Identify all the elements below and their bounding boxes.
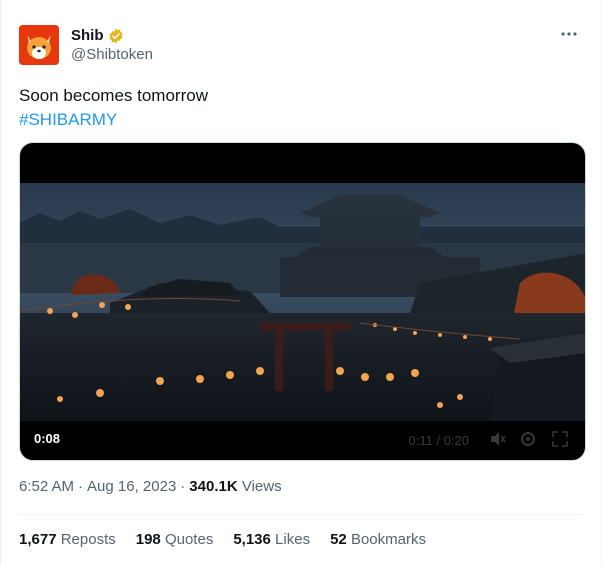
likes-count: 5,136 xyxy=(233,531,271,548)
bookmarks-label: Bookmarks xyxy=(350,531,426,548)
reposts-label: Reposts xyxy=(60,531,116,548)
likes-stat[interactable]: 5,136 Likes xyxy=(233,531,310,548)
more-options-icon[interactable] xyxy=(557,22,581,46)
quotes-label: Quotes xyxy=(164,531,214,548)
hashtag-link[interactable]: #SHIBARMY xyxy=(19,108,208,132)
tweet-meta: 6:52 AM · Aug 16, 2023 · 340.1K Views xyxy=(19,478,282,495)
user-info: Shib @Shibtoken xyxy=(71,27,153,63)
quotes-count: 198 xyxy=(135,531,161,548)
meta-separator: · xyxy=(78,478,84,495)
bookmarks-stat[interactable]: 52 Bookmarks xyxy=(330,531,426,548)
video-position: 0:11 / 0:20 xyxy=(408,433,469,448)
views-label: Views xyxy=(241,478,282,495)
post-time[interactable]: 6:52 AM xyxy=(19,478,74,495)
video-elapsed-time: 0:08 xyxy=(34,431,61,446)
fullscreen-icon[interactable] xyxy=(551,430,569,448)
more-dots-icon xyxy=(561,32,577,36)
video-player[interactable]: 0:08 0:11 / 0:20 xyxy=(19,142,586,461)
reposts-stat[interactable]: 1,677 Reposts xyxy=(19,531,116,548)
tweet-header: Shib @Shibtoken xyxy=(19,24,153,66)
divider xyxy=(19,514,583,515)
views-count: 340.1K xyxy=(189,478,238,495)
video-frame xyxy=(20,183,585,421)
engagement-stats: 1,677 Reposts 198 Quotes 5,136 Likes 52 … xyxy=(19,531,426,548)
name-row: Shib xyxy=(71,27,153,44)
settings-gear-icon[interactable] xyxy=(519,430,537,448)
mute-icon[interactable] xyxy=(489,430,507,448)
display-name[interactable]: Shib xyxy=(71,27,104,44)
quotes-stat[interactable]: 198 Quotes xyxy=(136,531,214,548)
tweet-text: Soon becomes tomorrow #SHIBARMY xyxy=(19,84,208,132)
post-date[interactable]: Aug 16, 2023 xyxy=(87,478,176,495)
meta-separator-2: · xyxy=(180,478,186,495)
bookmarks-count: 52 xyxy=(330,531,347,548)
avatar[interactable] xyxy=(19,25,59,65)
likes-label: Likes xyxy=(275,531,311,548)
tweet: Shib @Shibtoken Soon becomes tomorrow #S… xyxy=(0,0,602,565)
tweet-body: Soon becomes tomorrow xyxy=(19,86,208,105)
shiba-logo-icon xyxy=(19,25,59,65)
user-handle[interactable]: @Shibtoken xyxy=(71,46,153,63)
verified-badge-icon[interactable] xyxy=(108,28,124,44)
reposts-count: 1,677 xyxy=(19,531,57,548)
views-group: 340.1K Views xyxy=(189,478,281,495)
